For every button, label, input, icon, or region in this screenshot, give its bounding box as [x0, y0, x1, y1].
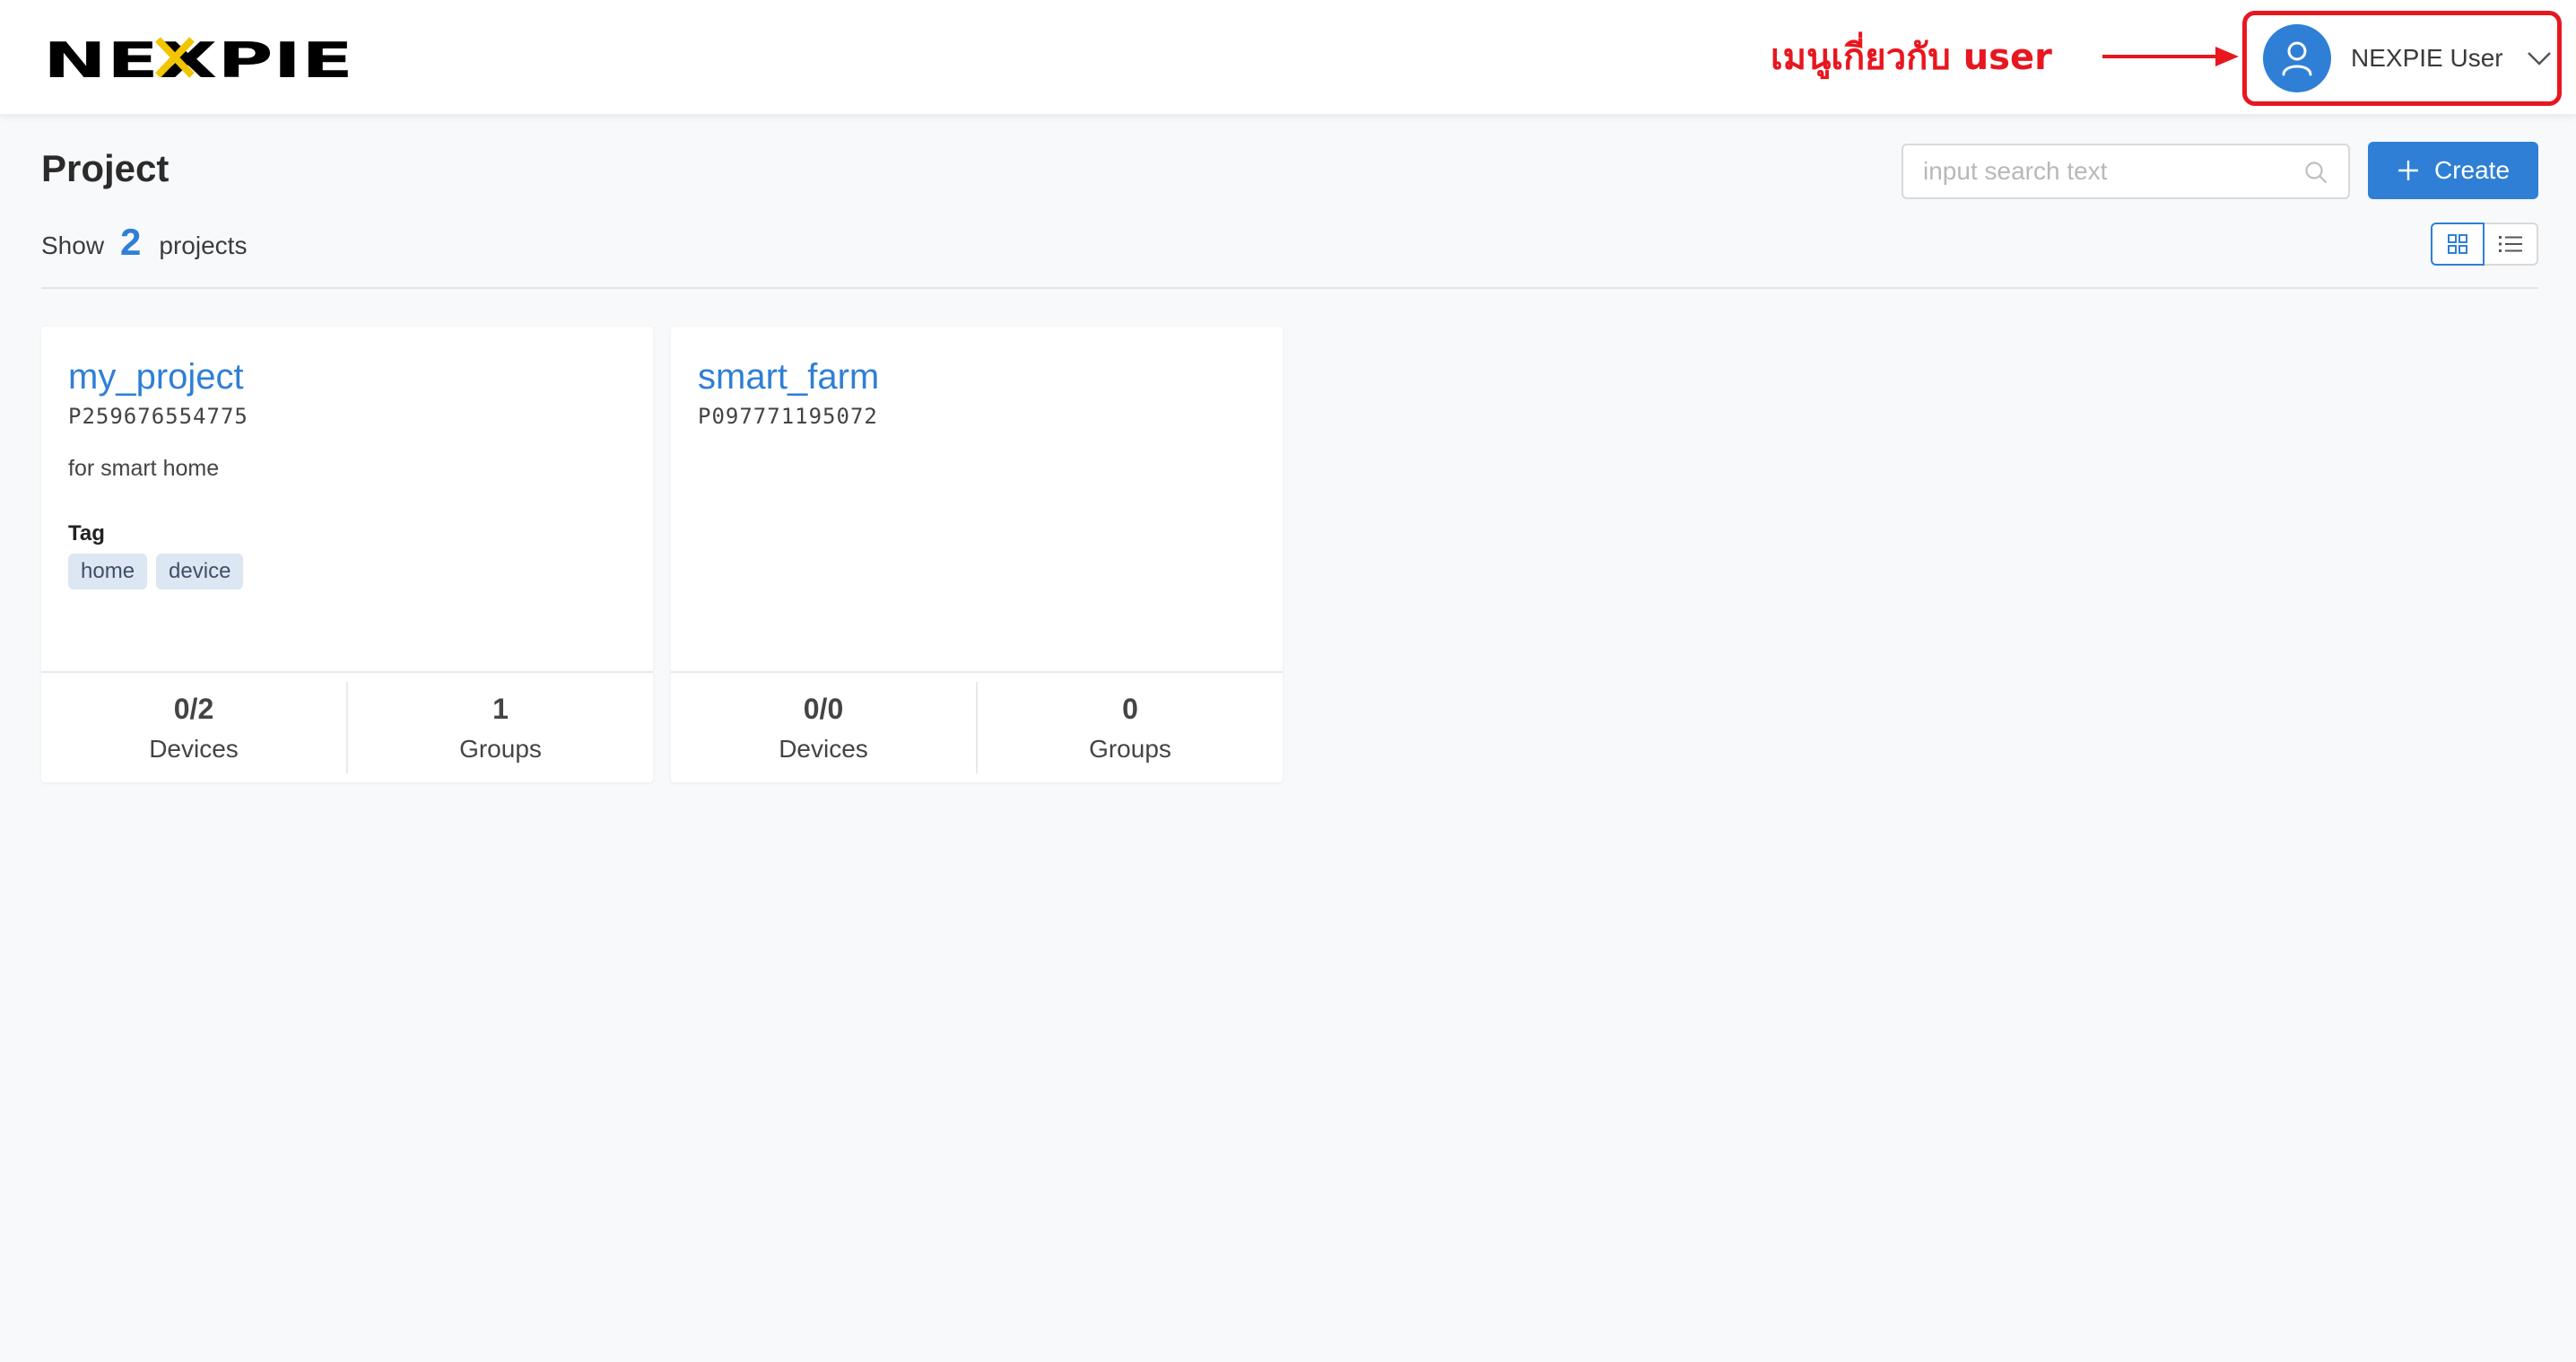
devices-stat: 0/0 Devices — [671, 673, 976, 782]
groups-stat: 1 Groups — [346, 682, 653, 773]
project-id: P259676554775 — [68, 404, 248, 429]
annotation-arrow-icon — [2102, 47, 2239, 66]
create-button-label: Create — [2433, 156, 2511, 184]
groups-stat: 0 Groups — [976, 682, 1283, 773]
user-name[interactable]: NEXPIE User — [2351, 44, 2503, 73]
svg-text:NEXPIE: NEXPIE — [43, 36, 353, 79]
user-avatar[interactable] — [2263, 24, 2331, 92]
search-input[interactable] — [1903, 145, 2280, 197]
devices-count: 0/0 — [803, 692, 844, 725]
grid-icon — [2448, 234, 2467, 254]
project-description: for smart home — [68, 456, 220, 481]
show-prefix: Show — [41, 231, 105, 259]
project-count-row: Show 2 projects — [41, 219, 247, 273]
chevron-down-icon[interactable] — [2527, 50, 2552, 66]
project-count: 2 — [120, 221, 142, 263]
project-stats: 0/0 Devices 0 Groups — [671, 671, 1283, 782]
tag-chip: device — [156, 554, 244, 589]
user-menu[interactable]: NEXPIE User — [2242, 11, 2562, 106]
devices-label: Devices — [149, 734, 239, 763]
nexpie-logo[interactable]: NEXPIE — [43, 36, 353, 79]
list-view-button[interactable] — [2485, 223, 2538, 266]
devices-stat: 0/2 Devices — [41, 673, 346, 782]
project-card[interactable]: smart_farm P097771195072 0/0 Devices 0 G… — [671, 327, 1283, 782]
view-mode-toggle — [2431, 223, 2538, 266]
project-id: P097771195072 — [698, 404, 878, 429]
devices-count: 0/2 — [173, 692, 214, 725]
page-title: Project — [41, 147, 170, 189]
project-name[interactable]: smart_farm — [698, 354, 1256, 400]
project-stats: 0/2 Devices 1 Groups — [41, 671, 653, 782]
top-header: NEXPIE เมนูเกี่ยวกับ user NEXPIE User — [0, 0, 2576, 115]
tag-list: home device — [68, 554, 626, 589]
search-icon[interactable] — [2303, 160, 2328, 185]
search-box[interactable] — [1902, 144, 2350, 199]
groups-label: Groups — [459, 734, 542, 763]
groups-label: Groups — [1089, 734, 1171, 763]
tag-label: Tag — [68, 521, 105, 546]
list-icon — [2499, 236, 2522, 252]
show-suffix: projects — [159, 231, 248, 259]
create-project-button[interactable]: Create — [2368, 142, 2538, 199]
content-divider — [41, 287, 2538, 289]
plus-icon — [2398, 161, 2418, 180]
project-card[interactable]: my_project P259676554775 for smart home … — [41, 327, 653, 782]
user-icon — [2282, 41, 2312, 76]
tag-chip: home — [68, 554, 148, 589]
groups-count: 1 — [492, 692, 509, 725]
devices-label: Devices — [779, 734, 868, 763]
grid-view-button[interactable] — [2431, 223, 2485, 266]
groups-count: 0 — [1122, 692, 1138, 725]
project-name[interactable]: my_project — [68, 354, 626, 400]
user-menu-annotation: เมนูเกี่ยวกับ user — [1771, 37, 2052, 78]
